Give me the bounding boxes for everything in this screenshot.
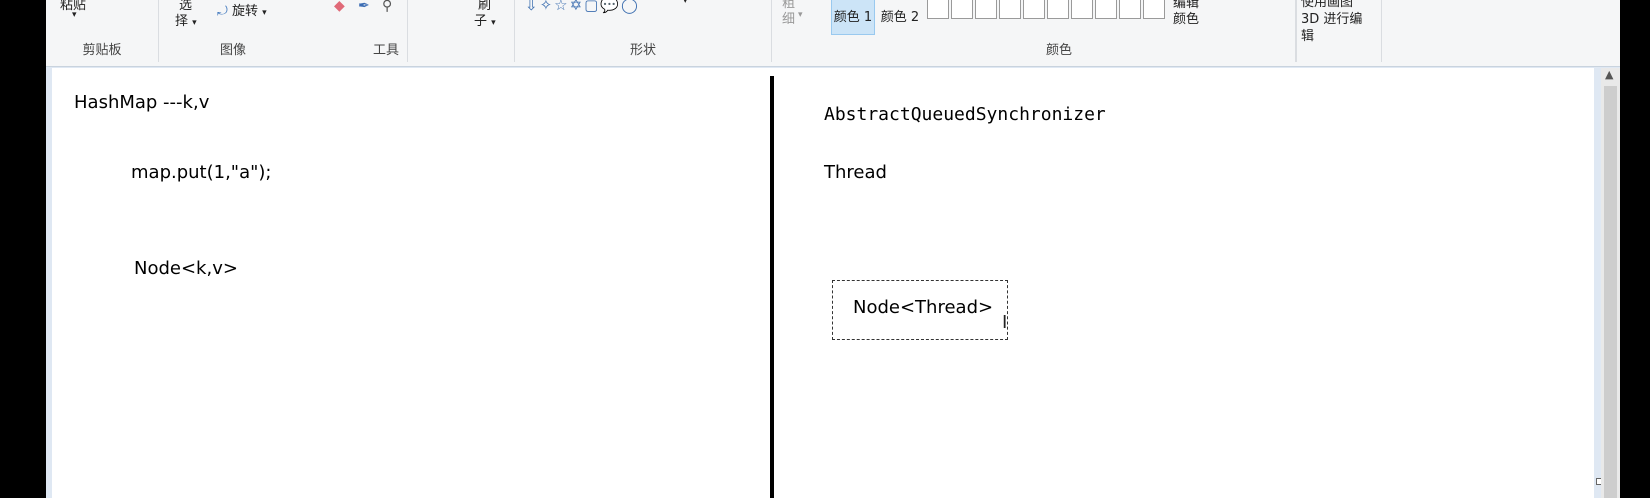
shapes-gallery[interactable]: ⇩✧☆✡▢💬◯ [525,0,640,14]
shapes-group: ⇩✧☆✡▢💬◯ ▾ 形状 [515,0,772,62]
color-swatch[interactable] [1095,0,1117,19]
paint-window: 粘贴 ▾ 剪贴板 选 择 ▾ ⤾ 旋转 ▾ 图像 ◆ ✒ ⚲ 工具 刷 子 ▾ … [46,0,1620,498]
chevron-down-icon: ▾ [262,8,267,18]
drawing-canvas[interactable]: HashMap ---k,v map.put(1,"a"); Node<k,v>… [52,68,1603,498]
chevron-down-icon[interactable]: ▾ [72,10,77,20]
color-swatch[interactable] [975,0,997,19]
color-swatch[interactable] [1143,0,1165,19]
scrollbar-thumb[interactable] [1604,86,1617,498]
select-bottom-label: 择 [175,14,189,29]
text-cursor-icon: I [1002,312,1008,333]
size-button[interactable]: 粗细 [782,0,796,28]
select-button[interactable]: 择 ▾ [175,10,197,29]
magnifier-icon[interactable]: ⚲ [382,0,392,14]
brushes-button[interactable]: 子 ▾ [474,10,496,29]
size-group: 粗细 ▾ [772,0,822,62]
color-picker-icon[interactable]: ✒ [358,0,370,14]
brushes-group: 刷 子 ▾ [458,0,515,62]
color2-label: 颜色 2 [880,10,920,25]
map-put-text: map.put(1,"a"); [131,162,272,183]
color1-label: 颜色 1 [833,10,873,25]
chevron-down-icon: ▾ [192,18,197,28]
ribbon: 粘贴 ▾ 剪贴板 选 择 ▾ ⤾ 旋转 ▾ 图像 ◆ ✒ ⚲ 工具 刷 子 ▾ … [46,0,1620,67]
color2-button[interactable]: 颜色 2 [879,0,921,34]
text-selection-box[interactable]: Node<Thread> [832,280,1008,340]
hashmap-text: HashMap ---k,v [74,92,210,113]
paint3d-group: 使用画图 3D 进行编辑 [1296,0,1382,62]
color-swatch[interactable] [1023,0,1045,19]
aqs-text: AbstractQueuedSynchronizer [824,104,1106,125]
shapes-more-icon[interactable]: ▾ [683,0,688,6]
chevron-down-icon: ▾ [491,18,496,28]
color-swatch[interactable] [1047,0,1069,19]
colors-group-label: 颜色 [1045,43,1072,58]
color-swatch[interactable] [999,0,1021,19]
edit-colors-button[interactable]: 编辑颜色 [1173,0,1207,28]
brushes-bottom-label: 子 [474,14,488,29]
chevron-down-icon: ▾ [798,10,803,20]
tools-separator [407,0,458,62]
color-swatch[interactable] [951,0,973,19]
rotate-icon: ⤾ [217,4,228,19]
color-swatch[interactable] [927,0,949,19]
node-kv-text: Node<k,v> [134,258,238,279]
color-swatch[interactable] [1119,0,1141,19]
divider-line [770,76,774,498]
thread-text: Thread [824,162,887,183]
rotate-label: 旋转 [231,4,258,19]
scroll-up-arrow-icon[interactable]: ▲ [1605,68,1613,81]
colors-group: 颜色 1 颜色 2 编辑颜色 颜色 [823,0,1296,62]
vertical-scrollbar[interactable]: ▲ [1601,68,1620,498]
node-thread-text[interactable]: Node<Thread> [853,297,993,318]
color1-button[interactable]: 颜色 1 [831,0,875,35]
edit-with-paint3d-button[interactable]: 使用画图 3D 进行编辑 [1301,0,1373,45]
shapes-group-label: 形状 [629,43,656,58]
eraser-icon[interactable]: ◆ [334,0,345,14]
color-swatch[interactable] [1071,0,1093,19]
rotate-button[interactable]: ⤾ 旋转 ▾ [217,0,267,19]
